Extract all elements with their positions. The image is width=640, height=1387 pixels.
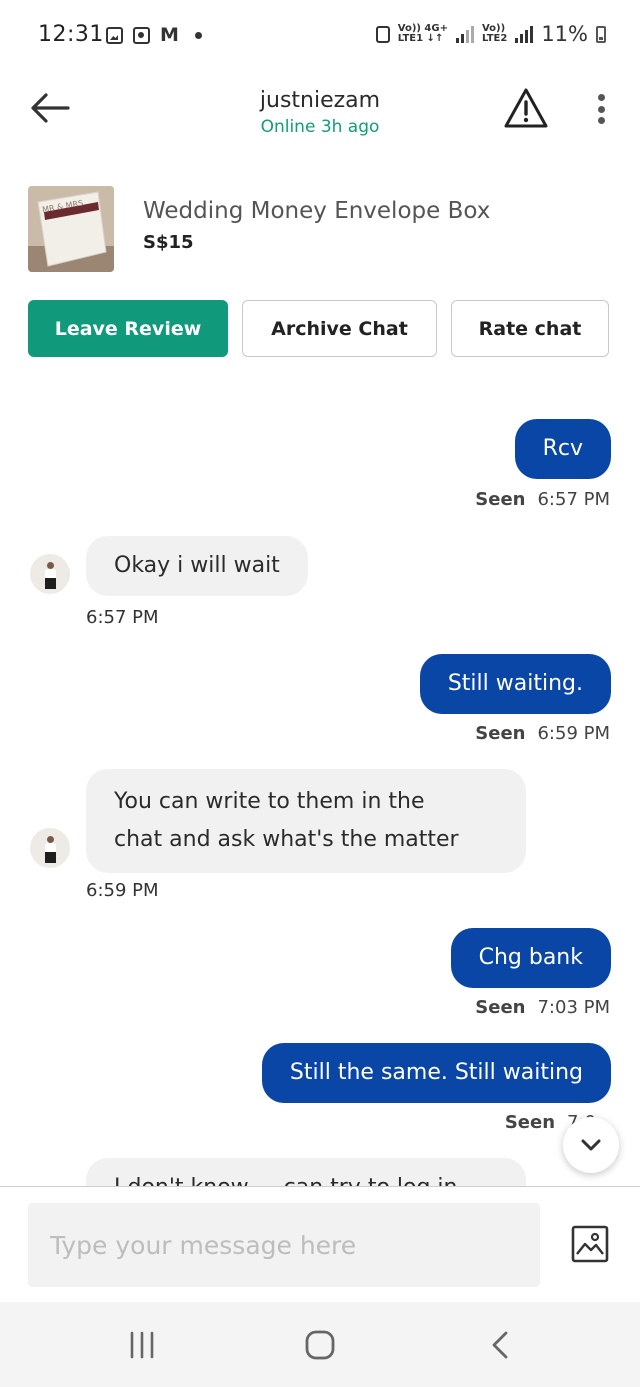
lock-icon bbox=[375, 25, 390, 43]
message-meta: Seen 7:03 PM bbox=[475, 997, 610, 1018]
recent-apps-icon bbox=[130, 1331, 154, 1359]
chat-header: justniezam Online 3h ago bbox=[0, 76, 640, 146]
gmail-notification-icon: M bbox=[160, 24, 179, 46]
seen-label: Seen bbox=[475, 723, 526, 744]
listing-thumbnail: MR & MRS bbox=[28, 186, 114, 272]
more-notifications-dot-icon bbox=[194, 32, 202, 39]
report-button[interactable] bbox=[503, 86, 549, 130]
notification-icons: M bbox=[106, 24, 202, 46]
incoming-message[interactable]: Okay i will wait bbox=[86, 536, 308, 596]
battery-percent: 11% bbox=[541, 22, 588, 46]
message-time: 6:57 PM bbox=[537, 489, 610, 510]
attach-photo-button[interactable] bbox=[570, 1224, 610, 1264]
scroll-to-bottom-button[interactable] bbox=[563, 1117, 619, 1173]
message-time: 6:59 PM bbox=[86, 880, 159, 901]
outgoing-message[interactable]: Chg bank bbox=[450, 928, 611, 988]
outgoing-message[interactable]: Still waiting. bbox=[419, 654, 611, 714]
chevron-left-icon bbox=[492, 1331, 508, 1359]
image-icon bbox=[571, 1225, 609, 1263]
chat-actions: Leave Review Archive Chat Rate chat bbox=[28, 300, 612, 358]
message-list[interactable]: Rcv Seen 6:57 PM Okay i will wait 6:57 PM… bbox=[0, 380, 640, 1187]
rate-chat-button[interactable]: Rate chat bbox=[451, 300, 609, 357]
seen-label: Seen bbox=[504, 1112, 556, 1133]
outgoing-message[interactable]: Rcv bbox=[514, 419, 611, 479]
status-bar: 12:31 M Vo)) 4G+ LTE1 ↓↑ Vo)) LTE2 11% bbox=[0, 0, 640, 76]
message-time: 6:59 PM bbox=[537, 723, 610, 744]
archive-chat-button[interactable]: Archive Chat bbox=[242, 300, 437, 357]
listing-card[interactable]: MR & MRS Wedding Money Envelope Box S$15 bbox=[28, 186, 612, 272]
recent-apps-button[interactable] bbox=[112, 1322, 172, 1368]
listing-title: Wedding Money Envelope Box bbox=[143, 198, 491, 224]
battery-icon bbox=[596, 25, 606, 43]
message-time: 7:03 PM bbox=[537, 997, 610, 1018]
system-icons: Vo)) 4G+ LTE1 ↓↑ Vo)) LTE2 11% bbox=[375, 22, 606, 46]
leave-review-button[interactable]: Leave Review bbox=[28, 300, 228, 357]
message-time: 6:57 PM bbox=[86, 607, 159, 628]
system-back-button[interactable] bbox=[470, 1322, 530, 1368]
signal-sim1-icon bbox=[455, 25, 474, 43]
system-nav-bar bbox=[0, 1302, 640, 1387]
partner-avatar[interactable] bbox=[30, 828, 70, 868]
message-meta: Seen 6:59 PM bbox=[475, 723, 610, 744]
home-button[interactable] bbox=[290, 1322, 350, 1368]
incoming-message[interactable]: You can write to them in the chat and as… bbox=[86, 769, 526, 873]
message-line: chat and ask what's the matter bbox=[114, 827, 459, 852]
record-notification-icon bbox=[133, 27, 150, 44]
outgoing-message[interactable]: Still the same. Still waiting bbox=[261, 1043, 611, 1103]
listing-price: S$15 bbox=[143, 232, 194, 253]
incoming-message[interactable]: I don't know ... can try to log in bbox=[86, 1158, 526, 1187]
sim2-network-label: Vo)) LTE2 bbox=[481, 23, 508, 44]
message-input[interactable] bbox=[28, 1203, 540, 1287]
gallery-notification-icon bbox=[106, 27, 123, 44]
more-vertical-icon bbox=[597, 94, 605, 101]
partner-avatar[interactable] bbox=[30, 554, 70, 594]
seen-label: Seen bbox=[475, 997, 526, 1018]
message-composer bbox=[0, 1186, 640, 1302]
more-options-button[interactable] bbox=[590, 92, 612, 126]
message-meta: Seen 6:57 PM bbox=[475, 489, 610, 510]
chevron-down-icon bbox=[581, 1139, 601, 1151]
seen-label: Seen bbox=[475, 489, 526, 510]
status-time: 12:31 bbox=[38, 22, 104, 47]
message-line: You can write to them in the bbox=[114, 789, 425, 814]
signal-sim2-icon bbox=[515, 25, 534, 43]
warning-icon bbox=[504, 88, 548, 128]
sim1-network-label: Vo)) 4G+ LTE1 ↓↑ bbox=[397, 23, 448, 44]
home-icon bbox=[305, 1330, 335, 1360]
